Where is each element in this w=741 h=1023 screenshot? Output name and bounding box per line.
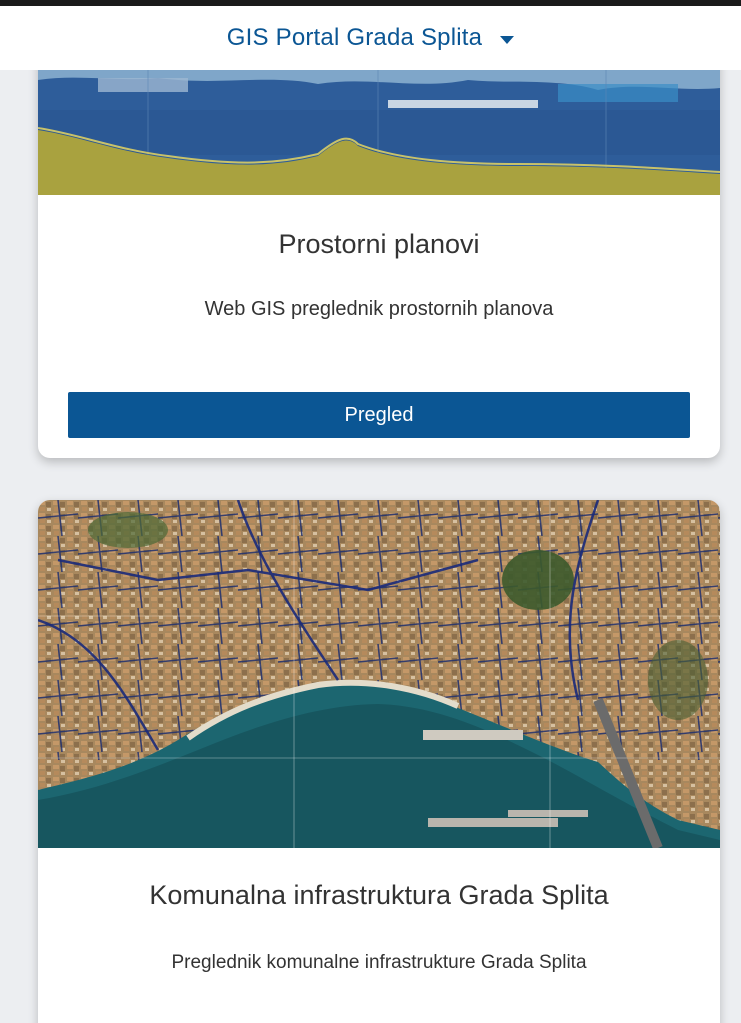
card-description: Preglednik komunalne infrastrukture Grad…	[171, 952, 587, 973]
portal-selector[interactable]: GIS Portal Grada Splita	[0, 6, 741, 70]
spatial-plan-map-thumbnail	[38, 70, 720, 195]
portal-title: GIS Portal Grada Splita	[226, 24, 483, 51]
card-title: Komunalna infrastruktura Grada Splita	[149, 880, 609, 910]
pregled-button[interactable]: Pregled	[68, 392, 690, 438]
card-title: Prostorni planovi	[278, 229, 480, 259]
aerial-infrastructure-map-thumbnail	[38, 500, 720, 848]
caret-down-icon[interactable]	[500, 36, 515, 44]
card-description: Web GIS preglednik prostornih planova	[204, 298, 554, 320]
card-prostorni-planovi: Prostorni planovi Web GIS preglednik pro…	[38, 40, 720, 458]
card-komunalna-infrastruktura: Komunalna infrastruktura Grada Splita Pr…	[38, 500, 720, 1023]
